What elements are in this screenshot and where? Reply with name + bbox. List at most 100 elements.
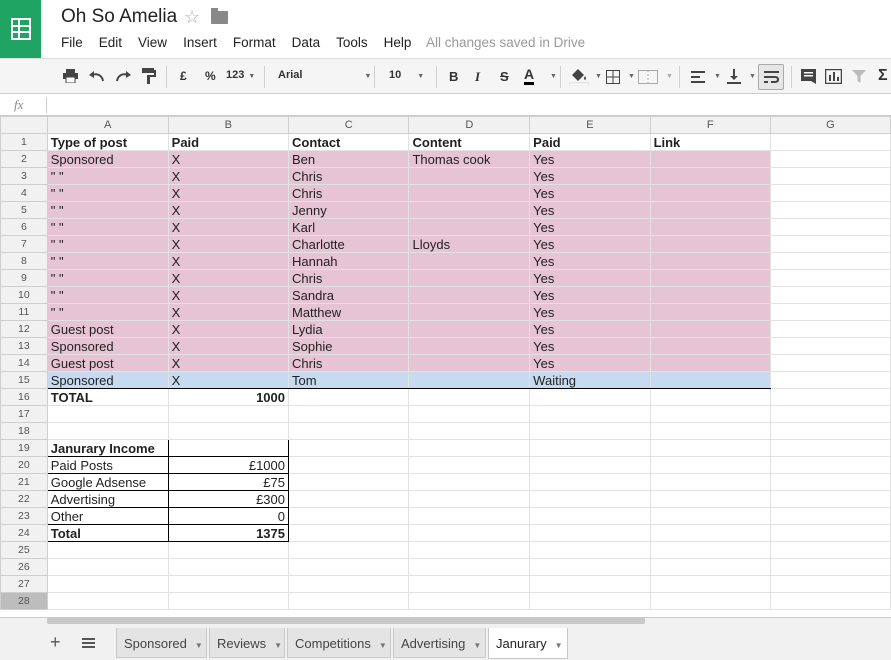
cell[interactable] — [408, 405, 531, 423]
cell[interactable] — [46, 541, 169, 559]
cell[interactable]: Yes — [529, 150, 651, 168]
cell[interactable] — [649, 252, 771, 270]
column-header-g[interactable]: G — [769, 116, 891, 134]
cell[interactable] — [287, 473, 410, 491]
cell[interactable]: Yes — [529, 252, 651, 270]
column-header-c[interactable]: C — [287, 116, 410, 134]
cell[interactable] — [408, 371, 531, 389]
cell[interactable]: " " — [46, 167, 169, 185]
chevron-down-icon[interactable]: ▼ — [473, 641, 481, 650]
row-header[interactable]: 17 — [0, 405, 48, 423]
row-header[interactable]: 1 — [0, 133, 48, 151]
cell[interactable] — [408, 184, 531, 202]
cell[interactable]: " " — [46, 218, 169, 236]
cell[interactable]: Ben — [287, 150, 410, 168]
row-header[interactable]: 6 — [0, 218, 48, 236]
menu-file[interactable]: File — [61, 35, 83, 50]
chevron-down-icon[interactable]: ▼ — [379, 641, 387, 650]
redo-icon[interactable] — [115, 70, 131, 82]
filter-icon[interactable] — [852, 70, 866, 83]
cell[interactable] — [408, 422, 531, 440]
cell[interactable]: Yes — [529, 337, 651, 355]
cell[interactable]: Sponsored — [46, 150, 169, 168]
row-header[interactable]: 12 — [0, 320, 48, 338]
text-color-button[interactable]: A — [524, 67, 535, 85]
cell[interactable]: Karl — [287, 218, 410, 236]
cell[interactable] — [649, 218, 771, 236]
row-header[interactable]: 14 — [0, 354, 48, 372]
cell[interactable]: Type of post — [46, 133, 169, 151]
cell[interactable]: Chris — [287, 184, 410, 202]
cell[interactable] — [167, 422, 290, 440]
font-family-select[interactable]: Arial ▼ — [278, 69, 371, 81]
cell[interactable] — [769, 507, 891, 525]
cell[interactable] — [287, 524, 410, 542]
cell[interactable] — [769, 405, 891, 423]
cell[interactable] — [408, 524, 531, 542]
cell[interactable] — [529, 439, 651, 457]
cell[interactable] — [769, 473, 891, 491]
cell[interactable] — [769, 235, 891, 253]
cell[interactable] — [769, 218, 891, 236]
cell[interactable]: Sophie — [287, 337, 410, 355]
cell[interactable]: Total — [46, 524, 169, 542]
row-header[interactable]: 9 — [0, 269, 48, 287]
vertical-align-icon[interactable] — [727, 69, 741, 84]
cell[interactable] — [46, 575, 169, 593]
borders-icon[interactable] — [606, 70, 620, 84]
star-icon[interactable]: ☆ — [184, 7, 200, 28]
cell[interactable]: Sandra — [287, 286, 410, 304]
cell[interactable]: Paid Posts — [46, 456, 169, 474]
cell[interactable] — [769, 337, 891, 355]
cell[interactable]: Advertising — [46, 490, 169, 508]
cell[interactable] — [649, 150, 771, 168]
cell[interactable]: Other — [46, 507, 169, 525]
italic-button[interactable]: I — [475, 69, 480, 85]
number-format-button[interactable]: 123 ▼ — [226, 69, 255, 81]
cell[interactable]: Tom — [287, 371, 410, 389]
row-header[interactable]: 19 — [0, 439, 48, 457]
cell[interactable]: Lydia — [287, 320, 410, 338]
cell[interactable]: Link — [649, 133, 771, 151]
cell[interactable] — [287, 490, 410, 508]
cell[interactable] — [287, 507, 410, 525]
cell[interactable]: Matthew — [287, 303, 410, 321]
cell[interactable] — [408, 354, 531, 372]
cell[interactable]: " " — [46, 184, 169, 202]
cell[interactable]: X — [167, 167, 290, 185]
row-header[interactable]: 15 — [0, 371, 48, 389]
cell[interactable] — [769, 252, 891, 270]
cell[interactable] — [408, 337, 531, 355]
cell[interactable] — [769, 558, 891, 576]
cell[interactable] — [649, 507, 771, 525]
cell[interactable]: Yes — [529, 286, 651, 304]
column-header-d[interactable]: D — [408, 116, 531, 134]
cell[interactable]: Chris — [287, 269, 410, 287]
row-header[interactable]: 28 — [0, 592, 48, 610]
cell[interactable]: X — [167, 303, 290, 321]
cell[interactable] — [529, 473, 651, 491]
cell[interactable] — [649, 371, 771, 389]
chevron-down-icon[interactable]: ▼ — [274, 641, 282, 650]
cell[interactable] — [769, 388, 891, 406]
cell[interactable] — [649, 592, 771, 610]
menu-tools[interactable]: Tools — [336, 35, 368, 50]
cell[interactable] — [408, 167, 531, 185]
insert-chart-icon[interactable] — [825, 69, 842, 84]
cell[interactable] — [529, 422, 651, 440]
cell[interactable]: Guest post — [46, 320, 169, 338]
cell[interactable] — [769, 286, 891, 304]
cell[interactable] — [769, 524, 891, 542]
cell[interactable]: Yes — [529, 184, 651, 202]
cell[interactable] — [529, 388, 651, 406]
cell[interactable]: Guest post — [46, 354, 169, 372]
cell[interactable] — [408, 269, 531, 287]
select-all-corner[interactable] — [0, 116, 48, 134]
cell[interactable] — [769, 456, 891, 474]
cell[interactable] — [408, 320, 531, 338]
cell[interactable] — [408, 303, 531, 321]
cell[interactable]: Hannah — [287, 252, 410, 270]
row-header[interactable]: 16 — [0, 388, 48, 406]
row-header[interactable]: 26 — [0, 558, 48, 576]
cell[interactable] — [769, 490, 891, 508]
